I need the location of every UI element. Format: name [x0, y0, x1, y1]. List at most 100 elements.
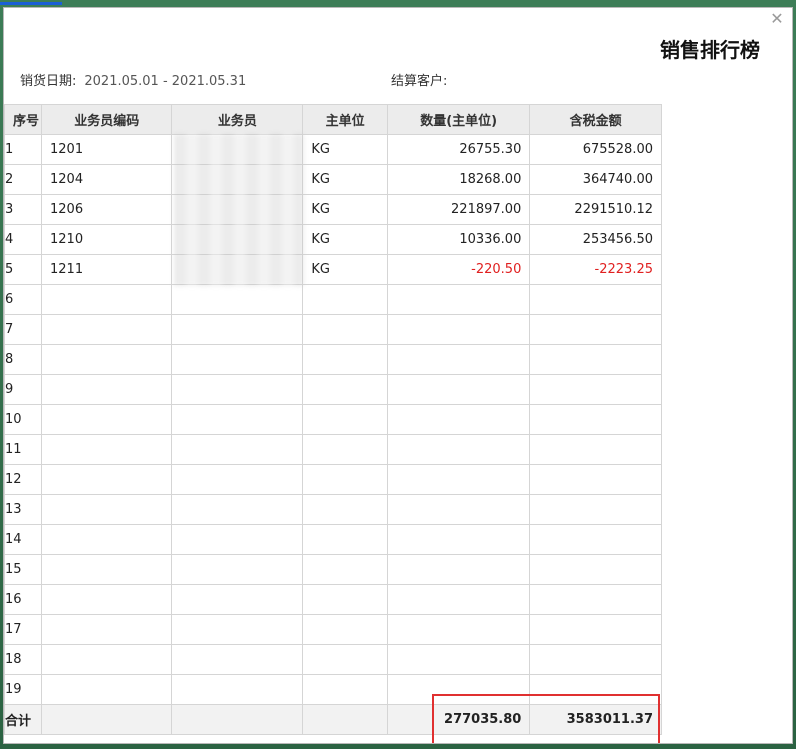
cell-idx: 2 [4, 164, 43, 195]
header-unit[interactable]: 主单位 [302, 104, 388, 135]
cell-idx: 12 [4, 464, 43, 495]
cell-unit [302, 644, 388, 675]
table-row[interactable]: 3 1206 KG 221897.00 2291510.12 [4, 194, 662, 225]
table-row[interactable]: 12 [4, 464, 662, 495]
total-unit-cell [302, 704, 388, 735]
cell-name [171, 614, 304, 645]
dialog-title: 销售排行榜 [660, 38, 760, 62]
table-row[interactable]: 8 [4, 344, 662, 375]
cell-amount: 253456.50 [529, 224, 662, 255]
cell-amount: 675528.00 [529, 134, 662, 165]
cell-code [41, 524, 173, 555]
total-amount: 3583011.37 [529, 704, 662, 735]
table-row[interactable]: 9 [4, 374, 662, 405]
table-row[interactable]: 7 [4, 314, 662, 345]
header-qty[interactable]: 数量(主单位) [386, 104, 531, 135]
cell-code: 1211 [41, 254, 173, 285]
cell-idx: 13 [4, 494, 43, 525]
cell-amount [529, 584, 662, 615]
redacted-names-overlay [174, 134, 304, 286]
cell-unit [302, 584, 388, 615]
cell-unit [302, 464, 388, 495]
cell-code [41, 674, 173, 705]
table-row[interactable]: 10 [4, 404, 662, 435]
date-range-value: 2021.05.01 - 2021.05.31 [84, 74, 247, 89]
cell-name [171, 344, 304, 375]
background-tab-indicator [0, 2, 62, 5]
cell-name [171, 494, 304, 525]
total-qty: 277035.80 [386, 704, 531, 735]
table-row[interactable]: 5 1211 KG -220.50 -2223.25 [4, 254, 662, 285]
date-label: 销货日期: [20, 74, 77, 89]
close-icon[interactable]: ✕ [770, 11, 784, 27]
cell-unit [302, 554, 388, 585]
cell-unit [302, 524, 388, 555]
table-header-row: 序号 业务员编码 业务员 主单位 数量(主单位) 含税金额 [4, 104, 662, 135]
cell-idx: 11 [4, 434, 43, 465]
cell-amount: -2223.25 [529, 254, 662, 285]
cell-unit [302, 674, 388, 705]
cell-qty [386, 314, 531, 345]
table-row[interactable]: 16 [4, 584, 662, 615]
table-row[interactable]: 2 1204 KG 18268.00 364740.00 [4, 164, 662, 195]
table-row[interactable]: 1 1201 KG 26755.30 675528.00 [4, 134, 662, 165]
cell-idx: 8 [4, 344, 43, 375]
cell-qty [386, 584, 531, 615]
cell-qty [386, 374, 531, 405]
table-row[interactable]: 6 [4, 284, 662, 315]
header-code[interactable]: 业务员编码 [41, 104, 173, 135]
cell-unit: KG [302, 194, 388, 225]
table-row[interactable]: 13 [4, 494, 662, 525]
cell-unit: KG [302, 134, 388, 165]
ranking-table-container: 序号 业务员编码 业务员 主单位 数量(主单位) 含税金额 1 1201 KG 2 67… [4, 104, 662, 735]
cell-qty [386, 674, 531, 705]
cell-code [41, 404, 173, 435]
cell-amount [529, 344, 662, 375]
cell-code: 1210 [41, 224, 173, 255]
cell-idx: 3 [4, 194, 43, 225]
cell-unit [302, 494, 388, 525]
customer-label: 结算客户: [391, 74, 448, 89]
sales-ranking-dialog: ✕ 销售排行榜 销货日期: 2021.05.01 - 2021.05.31 结算客… [3, 7, 793, 744]
table-row[interactable]: 4 1210 KG 10336.00 253456.50 [4, 224, 662, 255]
table-row[interactable]: 11 [4, 434, 662, 465]
cell-code [41, 644, 173, 675]
cell-amount [529, 374, 662, 405]
table-row[interactable]: 18 [4, 644, 662, 675]
cell-amount [529, 494, 662, 525]
cell-code: 1204 [41, 164, 173, 195]
cell-amount [529, 284, 662, 315]
total-code-cell [41, 704, 173, 735]
cell-qty: -220.50 [386, 254, 531, 285]
cell-amount [529, 614, 662, 645]
ranking-table: 序号 业务员编码 业务员 主单位 数量(主单位) 含税金额 1 1201 KG 2 67… [4, 104, 662, 735]
cell-idx: 19 [4, 674, 43, 705]
table-row[interactable]: 15 [4, 554, 662, 585]
cell-name [171, 644, 304, 675]
cell-idx: 16 [4, 584, 43, 615]
cell-name [171, 434, 304, 465]
table-row[interactable]: 19 [4, 674, 662, 705]
cell-qty [386, 614, 531, 645]
cell-name [171, 404, 304, 435]
cell-code: 1201 [41, 134, 173, 165]
total-name-cell [171, 704, 304, 735]
cell-idx: 14 [4, 524, 43, 555]
header-amount[interactable]: 含税金额 [529, 104, 662, 135]
cell-code [41, 374, 173, 405]
cell-idx: 1 [4, 134, 43, 165]
cell-idx: 17 [4, 614, 43, 645]
cell-unit: KG [302, 164, 388, 195]
table-row[interactable]: 14 [4, 524, 662, 555]
cell-idx: 10 [4, 404, 43, 435]
cell-qty [386, 404, 531, 435]
header-index[interactable]: 序号 [4, 104, 43, 135]
table-row[interactable]: 17 [4, 614, 662, 645]
cell-unit [302, 344, 388, 375]
header-name[interactable]: 业务员 [171, 104, 304, 135]
table-body: 1 1201 KG 26755.30 675528.00 2 1204 KG 18268.00 3… [4, 134, 662, 705]
cell-idx: 5 [4, 254, 43, 285]
cell-amount [529, 674, 662, 705]
cell-qty [386, 644, 531, 675]
cell-name [171, 674, 304, 705]
